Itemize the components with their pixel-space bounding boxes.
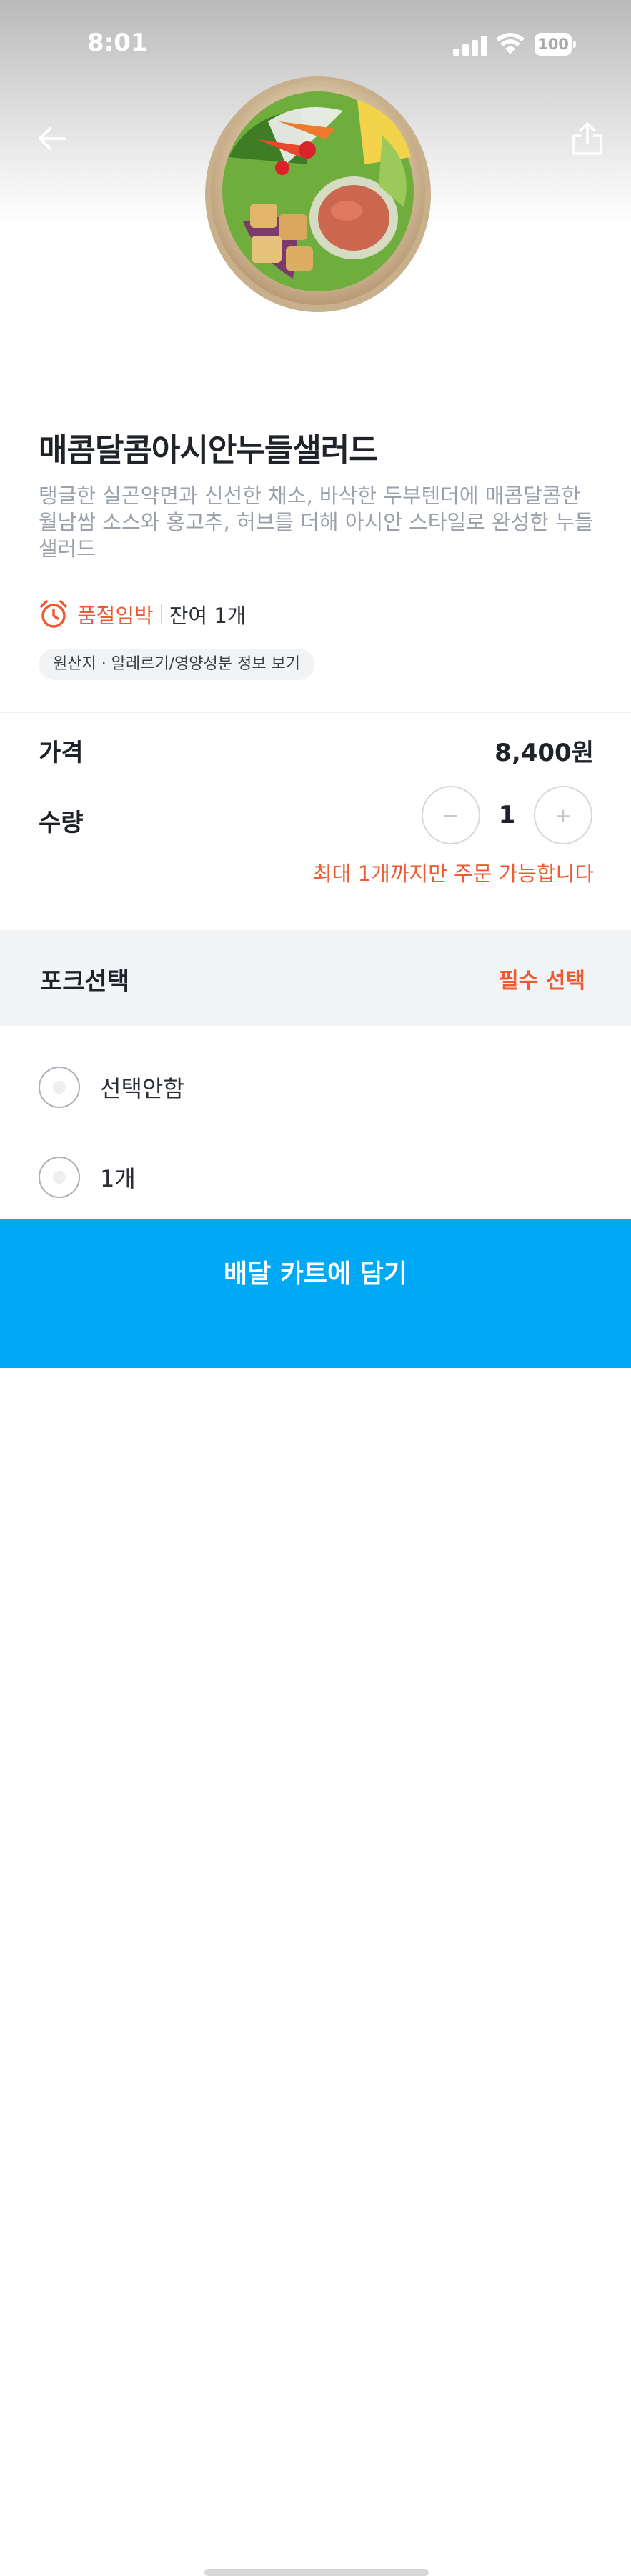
price-label: 가격 xyxy=(39,739,84,767)
option-required-badge: 필수 선택 xyxy=(499,969,585,994)
origin-allergy-info-button[interactable]: 원산지 · 알레르기/영양성분 정보 보기 xyxy=(39,649,314,680)
radio-button[interactable] xyxy=(39,1157,80,1198)
section-divider xyxy=(0,712,631,713)
wifi-icon xyxy=(496,33,525,54)
radio-button[interactable] xyxy=(39,1067,80,1108)
alarm-clock-icon xyxy=(40,600,67,628)
home-indicator xyxy=(204,2569,429,2576)
quantity-limit-notice: 최대 1개까지만 주문 가능합니다 xyxy=(313,862,594,886)
option-label: 선택안함 xyxy=(100,1075,184,1102)
stock-status-row: 품절임박 잔여 1개 xyxy=(39,597,246,631)
option-group-title: 포크선택 xyxy=(40,967,130,996)
stock-remaining: 잔여 1개 xyxy=(169,604,247,628)
stock-status-label: 품절임박 xyxy=(77,604,154,628)
status-time: 8:01 xyxy=(87,29,148,57)
share-button[interactable] xyxy=(566,117,609,160)
quantity-increase-button[interactable]: + xyxy=(534,786,592,844)
quantity-value: 1 xyxy=(498,801,516,829)
battery-level: 100 xyxy=(537,36,569,53)
cellular-signal-icon xyxy=(453,34,487,56)
add-to-cart-label: 배달 카트에 담기 xyxy=(224,1259,407,1289)
price-value: 8,400원 xyxy=(495,739,594,767)
stock-divider xyxy=(160,604,162,624)
option-radio-one[interactable]: 1개 xyxy=(39,1156,582,1199)
product-description: 탱글한 실곤약면과 신선한 채소, 바삭한 두부텐더에 매콤달콤한 월남쌈 소스… xyxy=(39,484,594,561)
quantity-decrease-button[interactable]: − xyxy=(422,786,480,844)
product-image xyxy=(205,76,431,312)
back-arrow-icon xyxy=(39,127,66,150)
share-icon xyxy=(572,122,602,155)
option-label: 1개 xyxy=(100,1165,136,1192)
quantity-label: 수량 xyxy=(39,809,84,837)
option-radio-none[interactable]: 선택안함 xyxy=(39,1066,582,1109)
add-to-delivery-cart-button[interactable]: 배달 카트에 담기 xyxy=(0,1219,631,2576)
battery-icon: 100 xyxy=(535,33,576,56)
back-button[interactable] xyxy=(30,117,73,160)
status-bar: 8:01 100 xyxy=(0,0,631,86)
product-title: 매콤달콤아시안누들샐러드 xyxy=(39,432,378,469)
